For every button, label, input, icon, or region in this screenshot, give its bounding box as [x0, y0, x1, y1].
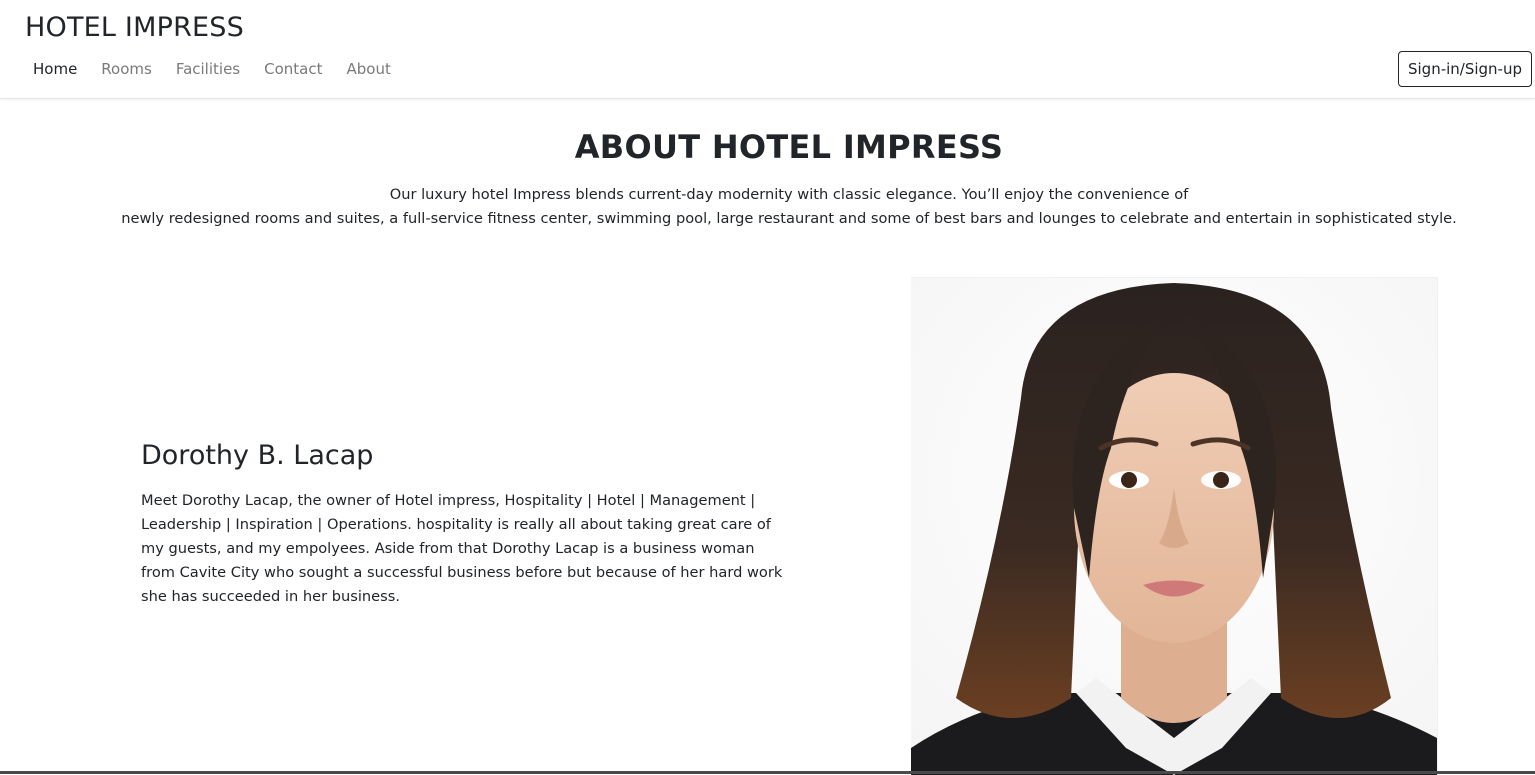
owner-portrait-image [911, 277, 1438, 775]
portrait-illustration [911, 278, 1437, 775]
nav-item-about[interactable]: About [338, 58, 398, 80]
nav-item-facilities[interactable]: Facilities [168, 58, 248, 80]
signin-signup-button[interactable]: Sign-in/Sign-up [1398, 51, 1532, 87]
owner-name: Dorothy B. Lacap [141, 440, 374, 471]
brand-logo-text[interactable]: HOTEL IMPRESS [25, 12, 244, 43]
about-intro-line-1: Our luxury hotel Impress blends current-… [389, 186, 1189, 203]
about-intro-line-2: newly redesigned rooms and suites, a ful… [121, 210, 1457, 227]
nav-item-home[interactable]: Home [25, 58, 85, 80]
page-title: ABOUT HOTEL IMPRESS [574, 128, 1004, 166]
main-nav: Home Rooms Facilities Contact About [25, 58, 407, 80]
about-intro: Our luxury hotel Impress blends current-… [0, 183, 1535, 231]
top-navbar: HOTEL IMPRESS Home Rooms Facilities Cont… [0, 0, 1535, 99]
owner-bio: Meet Dorothy Lacap, the owner of Hotel i… [141, 492, 783, 605]
nav-item-contact[interactable]: Contact [256, 58, 330, 80]
nav-item-rooms[interactable]: Rooms [93, 58, 160, 80]
